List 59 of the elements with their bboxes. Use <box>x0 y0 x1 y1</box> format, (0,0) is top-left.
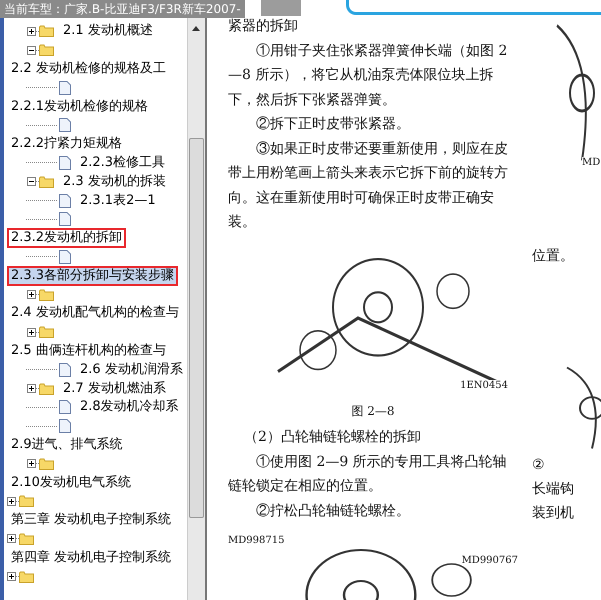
section-heading: （2）凸轮轴链轮螺栓的拆卸 <box>243 428 422 447</box>
expand-icon[interactable] <box>27 328 36 337</box>
folder-icon <box>19 570 34 582</box>
window-title: 当前车型：广家.B-比亚迪F3/F3R新车2007- <box>0 0 245 18</box>
figure-label: 1EN0454 <box>460 380 508 390</box>
expand-icon[interactable] <box>27 26 36 36</box>
scroll-up-icon[interactable] <box>192 26 200 31</box>
figure-label: MD990767 <box>462 555 518 566</box>
paragraph: ①使用图 2—9 所示的专用工具将凸轮轴链轮锁定在相应的位置。 <box>228 452 508 496</box>
figure-label: MD998715 <box>228 535 284 546</box>
figure-label: MD <box>582 157 600 168</box>
folder-icon <box>39 458 54 470</box>
document-icon <box>59 156 71 170</box>
document-icon <box>59 212 71 226</box>
document-icon <box>59 80 71 95</box>
document-icon <box>59 362 71 377</box>
folder-icon <box>39 44 54 56</box>
expand-icon[interactable] <box>7 534 16 544</box>
scrollbar[interactable] <box>186 18 205 600</box>
paragraph: ②拆下正时皮带张紧器。 <box>255 115 411 134</box>
folder-icon <box>19 532 34 545</box>
folder-icon <box>39 288 54 301</box>
folder-icon <box>39 25 54 38</box>
tree-item[interactable]: 2.6 发动机润滑系 <box>76 360 187 380</box>
collapse-icon[interactable] <box>27 46 36 55</box>
document-icon <box>59 250 71 264</box>
tree-item[interactable]: 2.7 发动机燃油系 <box>59 378 170 399</box>
figure-caption: 图 2—8 <box>350 402 396 420</box>
scrollbar-thumb[interactable] <box>188 138 204 518</box>
paragraph: 装到机 <box>532 504 575 523</box>
paragraph: ② <box>532 456 546 475</box>
document-icon <box>59 118 71 132</box>
tree-item[interactable]: 2.1 发动机概述 <box>59 21 157 42</box>
folder-icon <box>39 382 54 395</box>
document-icon <box>59 400 71 414</box>
paragraph: 紧器的拆卸 <box>228 18 299 36</box>
tree-item[interactable]: 2.3.2发动机的拆卸 <box>7 228 126 248</box>
tree-item[interactable]: 2.3.3各部分拆卸与安装步骤 <box>7 266 178 286</box>
document-icon <box>59 194 71 208</box>
folder-icon <box>39 176 54 188</box>
collapse-icon[interactable] <box>27 177 36 186</box>
paragraph: 位置。 <box>532 247 575 266</box>
paragraph: ①用钳子夹住张紧器弹簧伸长端（如图 2—8 所示），将它从机油泵壳体限位块上拆下，然后拆下张紧器弹簧。 <box>228 42 508 110</box>
paragraph: ③如果正时皮带还要重新使用，则应在皮带上用粉笔画上箭头来表示它拆下前的旋转方向。这在重新使用时可确保正时皮带正确安装。 <box>228 140 509 232</box>
expand-icon[interactable] <box>7 496 16 506</box>
document-icon <box>59 419 71 434</box>
tree-item[interactable]: 2.3 发动机的拆装 <box>59 172 170 192</box>
expand-icon[interactable] <box>27 459 36 468</box>
tree-item[interactable]: 2.2.3检修工具 <box>76 152 170 173</box>
paragraph: 长端钩 <box>532 480 575 499</box>
folder-icon <box>39 326 54 338</box>
expand-icon[interactable] <box>27 290 36 300</box>
paragraph: ②拧松凸轮轴链轮螺栓。 <box>255 502 411 520</box>
expand-icon[interactable] <box>7 572 16 581</box>
expand-icon[interactable] <box>27 384 36 394</box>
tree-item[interactable]: 2.3.1表2—1 <box>76 190 160 211</box>
cartoon-figure-placeholder <box>260 0 301 16</box>
tree-item[interactable]: 2.8发动机冷却系 <box>76 397 183 418</box>
folder-icon <box>19 495 34 508</box>
